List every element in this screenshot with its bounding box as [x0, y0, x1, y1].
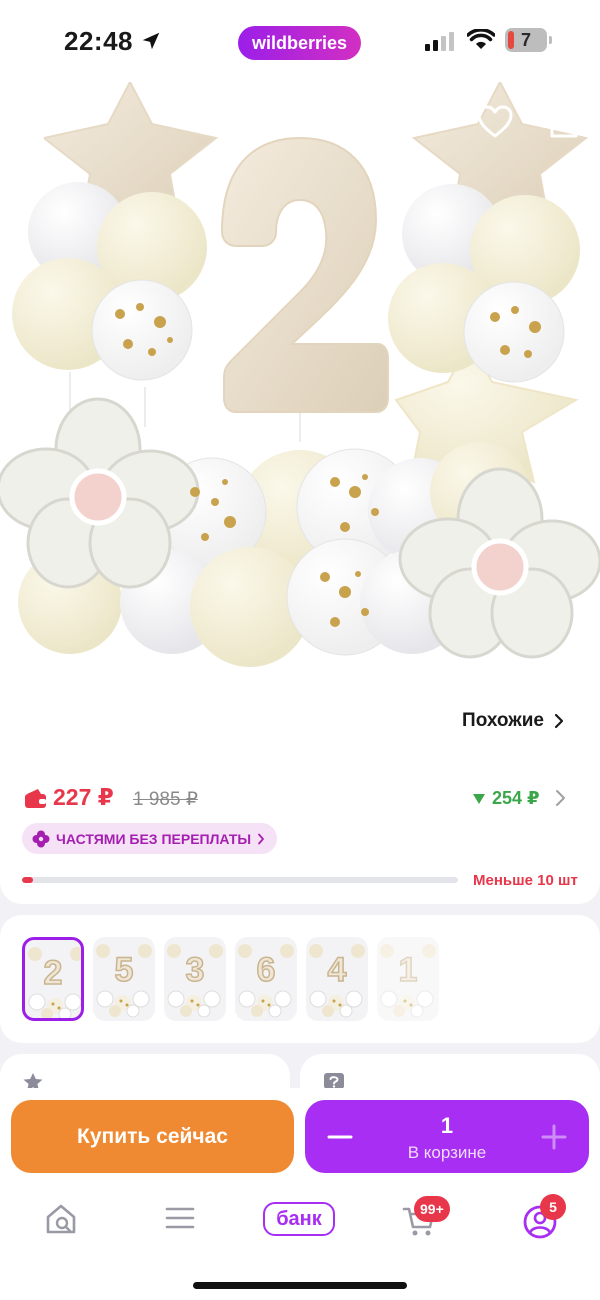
buy-now-button[interactable]: Купить сейчас: [11, 1100, 294, 1173]
profile-badge: 5: [540, 1194, 566, 1220]
heart-icon[interactable]: [476, 104, 514, 140]
variant-thumbnail[interactable]: 6: [235, 937, 297, 1021]
status-bar: 22:48 wildberries 7: [0, 0, 600, 82]
buy-bar: Купить сейчас 1 В корзине: [0, 1088, 600, 1188]
plus-icon[interactable]: [539, 1122, 569, 1152]
stock-progress-bar: [22, 877, 458, 883]
old-price: 1 985 ₽: [133, 789, 198, 810]
variant-thumbnail[interactable]: 4: [306, 937, 368, 1021]
balloon-set-illustration: [0, 82, 600, 667]
chevron-right-icon: [554, 713, 564, 729]
variants-card: 2 5 3 6 4 1: [0, 915, 600, 1043]
menu-icon[interactable]: [164, 1202, 196, 1234]
installments-badge[interactable]: ЧАСТЯМИ БЕЗ ПЕРЕПЛАТЫ: [22, 823, 278, 854]
app-brand-pill[interactable]: wildberries: [238, 26, 361, 60]
back-icon[interactable]: [18, 104, 54, 144]
share-icon[interactable]: [546, 100, 582, 140]
wifi-icon: [467, 29, 495, 49]
chevron-right-icon: [258, 833, 265, 844]
installments-label: ЧАСТЯМИ БЕЗ ПЕРЕПЛАТЫ: [56, 830, 252, 847]
clover-icon: [32, 830, 50, 847]
price-card: 227 ₽ 1 985 ₽ 254 ₽ ЧАСТЯМИ БЕЗ ПЕРЕПЛАТ…: [0, 770, 600, 904]
location-arrow-icon: [142, 32, 160, 50]
status-time: 22:48: [64, 26, 133, 56]
cart-quantity-stepper[interactable]: 1 В корзине: [305, 1100, 589, 1173]
similar-label: Похожие: [462, 710, 544, 731]
variant-number: 4: [327, 950, 347, 990]
similar-link[interactable]: Похожие: [462, 710, 564, 732]
triangle-down-icon: [473, 793, 485, 804]
variant-number: 6: [256, 950, 276, 990]
stock-text: Меньше 10 шт: [473, 872, 578, 889]
stock-progress-fill: [22, 877, 33, 883]
alt-price-value: 254 ₽: [492, 788, 540, 808]
variant-number: 3: [185, 950, 205, 990]
variant-thumbnail[interactable]: 3: [164, 937, 226, 1021]
variant-thumbnail[interactable]: 2: [22, 937, 84, 1021]
variant-thumbnail[interactable]: 5: [93, 937, 155, 1021]
variant-number: 5: [114, 950, 134, 990]
tab-bar: банк 99+ 5: [0, 1188, 600, 1300]
cart-badge: 99+: [414, 1196, 450, 1222]
chevron-right-icon[interactable]: [555, 788, 567, 808]
home-indicator: [193, 1282, 407, 1289]
current-price: 227 ₽: [53, 784, 114, 810]
variant-thumbnail[interactable]: 1: [377, 937, 439, 1021]
variant-number: 2: [43, 953, 63, 993]
similar-row: Похожие: [0, 702, 600, 770]
wallet-icon: [25, 789, 46, 808]
battery-icon: 7: [505, 28, 552, 52]
signal-icon: [425, 32, 454, 51]
battery-level: 7: [520, 29, 531, 50]
bank-tab[interactable]: банк: [263, 1202, 335, 1236]
home-search-icon[interactable]: [44, 1202, 78, 1236]
alt-price[interactable]: 254 ₽: [472, 788, 540, 809]
variant-number: 1: [398, 950, 418, 990]
product-image[interactable]: [0, 82, 600, 702]
